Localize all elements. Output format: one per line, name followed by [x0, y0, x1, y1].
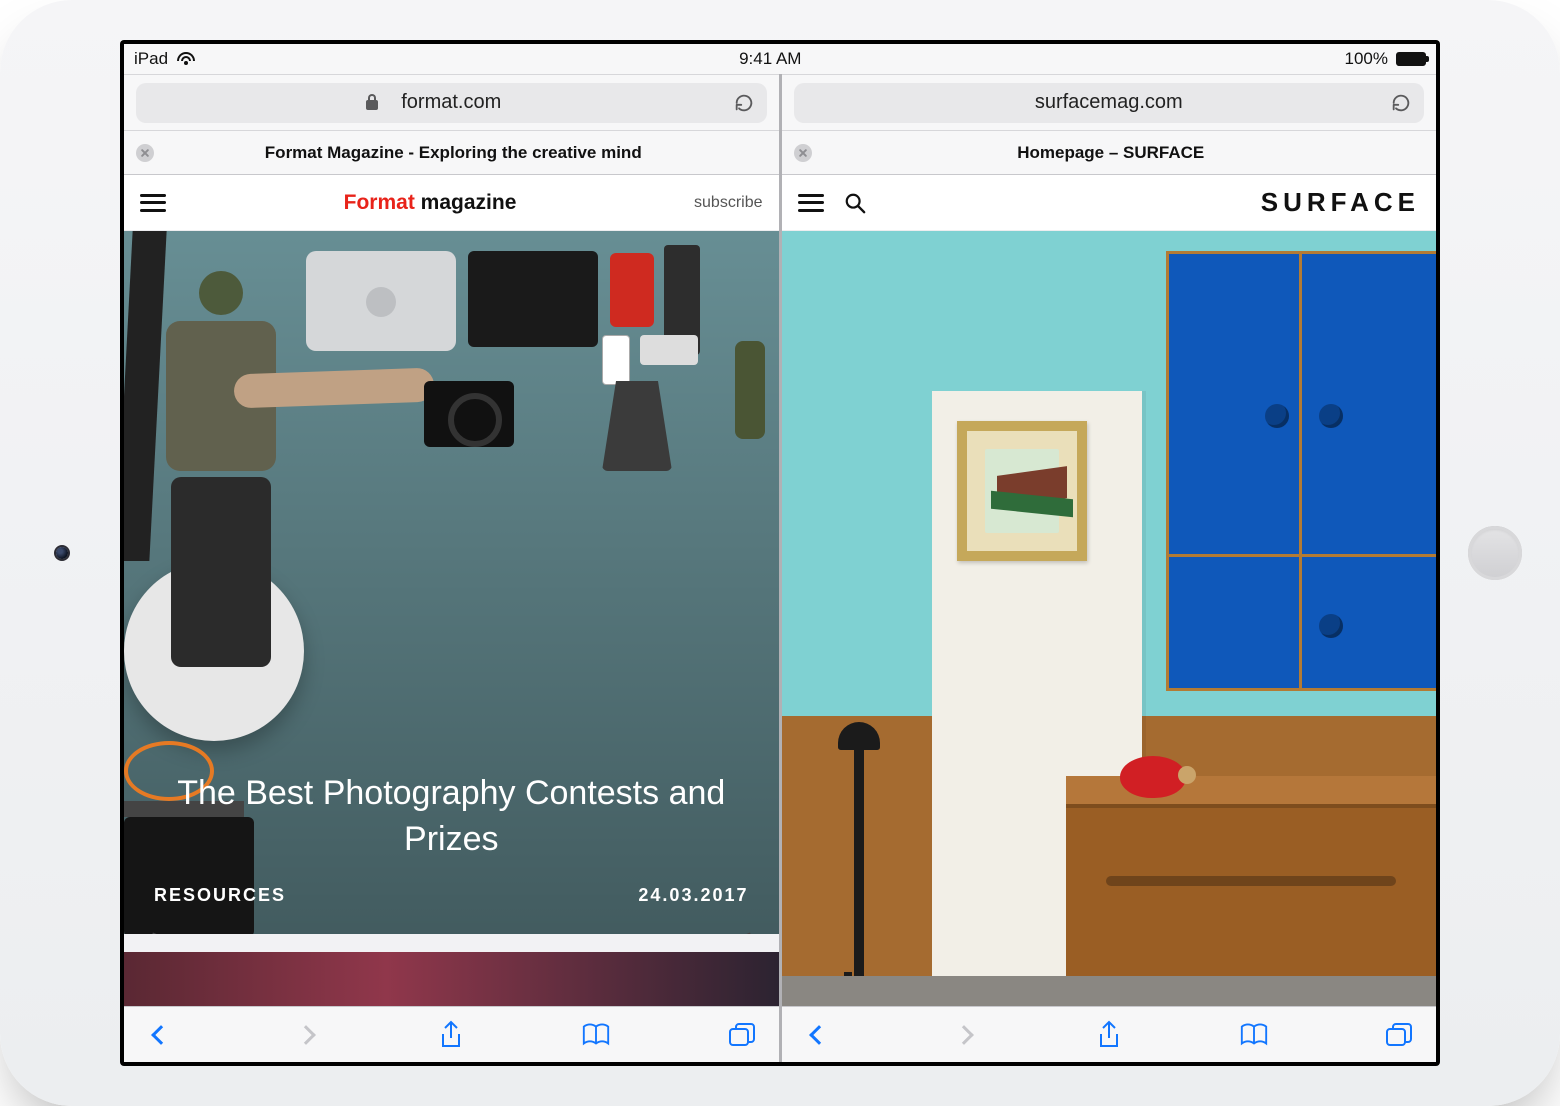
bookmarks-button[interactable]	[1239, 1020, 1269, 1050]
tabs-button[interactable]	[1384, 1020, 1414, 1050]
surface-logo[interactable]: SURFACE	[886, 187, 1421, 218]
hero-date: 24.03.2017	[638, 885, 748, 906]
ipad-device-frame: iPad 9:41 AM 100% format.com	[0, 0, 1560, 1106]
red-piggy-bank	[1120, 756, 1186, 798]
umbrella	[854, 736, 864, 996]
left-url-text: format.com	[401, 91, 501, 114]
right-pane: surfacemag.com Homepage – SURFACE	[782, 74, 1437, 1062]
close-tab-button[interactable]	[136, 144, 154, 162]
format-logo-word1: Format	[344, 191, 415, 214]
search-icon[interactable]	[844, 192, 866, 214]
hero-category: RESOURCES	[154, 885, 286, 906]
left-address-row: format.com	[124, 75, 779, 131]
surface-header: SURFACE	[782, 175, 1437, 231]
battery-percent: 100%	[1345, 49, 1388, 69]
flatlay-person	[146, 271, 296, 691]
hero-overlay: The Best Photography Contests and Prizes…	[124, 749, 779, 934]
divider-strip	[124, 934, 779, 952]
format-logo-word2: magazine	[421, 191, 517, 214]
next-article-preview[interactable]	[124, 952, 779, 1006]
back-button[interactable]	[146, 1020, 176, 1050]
left-tab-title[interactable]: Format Magazine - Exploring the creative…	[168, 143, 767, 163]
framed-artwork	[957, 421, 1087, 561]
format-header: Format magazine subscribe	[124, 175, 779, 231]
hero-article[interactable]: The Best Photography Contests and Prizes…	[124, 231, 779, 934]
right-url-text: surfacemag.com	[1035, 91, 1183, 114]
bookmarks-button[interactable]	[581, 1020, 611, 1050]
device-label: iPad	[134, 49, 168, 69]
forward-button[interactable]	[291, 1020, 321, 1050]
split-view: format.com Format Magazine - Exploring t…	[124, 74, 1436, 1062]
front-camera	[56, 547, 68, 559]
right-url-field[interactable]: surfacemag.com	[794, 83, 1425, 123]
close-tab-button[interactable]	[794, 144, 812, 162]
share-button[interactable]	[1094, 1020, 1124, 1050]
left-toolbar	[124, 1006, 779, 1062]
blue-cabinet	[1166, 251, 1436, 691]
home-button[interactable]	[1468, 526, 1522, 580]
lock-icon	[366, 94, 378, 110]
left-pane: format.com Format Magazine - Exploring t…	[124, 74, 779, 1062]
format-logo[interactable]: Format magazine	[186, 191, 674, 215]
back-button[interactable]	[804, 1020, 834, 1050]
room-floor	[782, 976, 1437, 1006]
hero-title: The Best Photography Contests and Prizes	[154, 771, 749, 863]
flatlay-laptop	[306, 251, 456, 351]
wifi-icon	[176, 52, 196, 66]
flatlay-phone	[602, 335, 630, 385]
surface-content[interactable]	[782, 231, 1437, 1006]
screen-bezel: iPad 9:41 AM 100% format.com	[120, 40, 1440, 1066]
flatlay-camera	[424, 381, 514, 447]
tabs-button[interactable]	[727, 1020, 757, 1050]
clock: 9:41 AM	[739, 49, 801, 69]
menu-icon[interactable]	[140, 194, 166, 212]
reload-icon[interactable]	[1390, 92, 1412, 114]
flatlay-figurine	[735, 341, 765, 439]
flatlay-red-book	[610, 253, 654, 327]
flatlay-lamp	[602, 381, 672, 471]
forward-button[interactable]	[949, 1020, 979, 1050]
flatlay-speaker	[640, 335, 698, 365]
flatlay-tablet	[468, 251, 598, 347]
right-address-row: surfacemag.com	[782, 75, 1437, 131]
menu-icon[interactable]	[798, 194, 824, 212]
right-tab-title[interactable]: Homepage – SURFACE	[826, 143, 1425, 163]
right-tab-row: Homepage – SURFACE	[782, 131, 1437, 175]
left-url-field[interactable]: format.com	[136, 83, 767, 123]
battery-icon	[1396, 52, 1426, 66]
format-content[interactable]: The Best Photography Contests and Prizes…	[124, 231, 779, 1006]
share-button[interactable]	[436, 1020, 466, 1050]
status-bar: iPad 9:41 AM 100%	[124, 44, 1436, 74]
wood-sideboard	[1066, 776, 1436, 1006]
hero-image[interactable]	[782, 231, 1437, 1006]
right-toolbar	[782, 1006, 1437, 1062]
subscribe-link[interactable]: subscribe	[694, 194, 762, 212]
reload-icon[interactable]	[733, 92, 755, 114]
left-tab-row: Format Magazine - Exploring the creative…	[124, 131, 779, 175]
screen: iPad 9:41 AM 100% format.com	[124, 44, 1436, 1062]
